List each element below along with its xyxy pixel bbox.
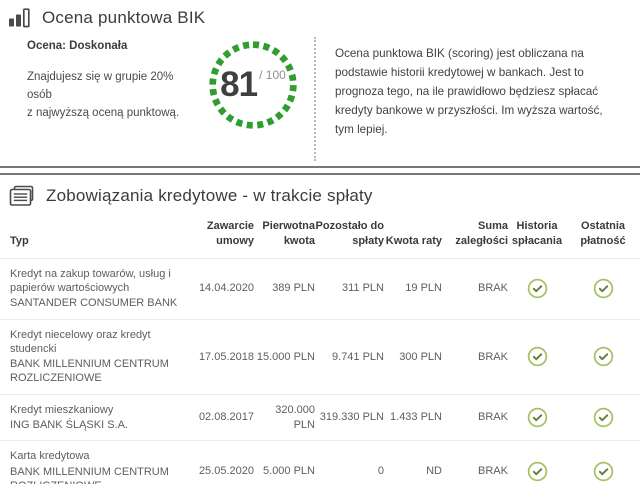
table-row: Kredyt na zakup towarów, usług i papieró…: [0, 258, 640, 319]
score-body: Ocena: Doskonała Znajdujesz się w grupie…: [0, 37, 640, 163]
document-list-icon: [8, 185, 35, 207]
score-group-line1: Znajdujesz się w grupie 20% osób: [27, 71, 173, 101]
loan-overdue: BRAK: [442, 394, 508, 441]
score-section: Ocena punktowa BIK Ocena: Doskonała Znaj…: [0, 0, 640, 166]
loan-remaining-amount: 0: [315, 441, 384, 484]
loan-installment: 1.433 PLN: [384, 394, 442, 441]
check-icon: [593, 346, 614, 367]
score-summary: Ocena: Doskonała Znajdujesz się w grupie…: [0, 37, 192, 163]
score-group-line2: z najwyższą oceną punktową.: [27, 107, 179, 119]
check-icon: [593, 407, 614, 428]
loans-section-title: Zobowiązania kredytowe - w trakcie spłat…: [46, 186, 373, 206]
col-header-historia: Historia spłacania: [508, 209, 566, 258]
bar-chart-icon: [8, 8, 31, 28]
score-section-title: Ocena punktowa BIK: [42, 8, 205, 28]
loans-section: Zobowiązania kredytowe - w trakcie spłat…: [0, 175, 640, 484]
loan-remaining-amount: 9.741 PLN: [315, 319, 384, 394]
loan-type: Karta kredytowa: [10, 449, 188, 463]
col-header-pierwotna: Pierwotna kwota: [254, 209, 315, 258]
check-icon: [593, 461, 614, 482]
loan-type: Kredyt mieszkaniowy: [10, 403, 188, 417]
loans-table-body: Kredyt na zakup towarów, usług i papieró…: [0, 258, 640, 484]
loan-type: Kredyt na zakup towarów, usług i papieró…: [10, 267, 188, 296]
section-separator: [0, 166, 640, 175]
loan-original-amount: 15.000 PLN: [254, 319, 315, 394]
loan-type: Kredyt niecelowy oraz kredyt studencki: [10, 328, 188, 357]
score-rating-label: Ocena: Doskonała: [27, 40, 192, 52]
loan-remaining-amount: 311 PLN: [315, 258, 384, 319]
table-row: Kredyt niecelowy oraz kredyt studencki B…: [0, 319, 640, 394]
col-header-kwota-raty: Kwota raty: [384, 209, 442, 258]
score-description: Ocena punktowa BIK (scoring) jest oblicz…: [316, 37, 640, 163]
score-value: 81: [220, 65, 257, 105]
table-row: Karta kredytowa BANK MILLENNIUM CENTRUM …: [0, 441, 640, 484]
score-section-header: Ocena punktowa BIK: [0, 0, 640, 28]
score-max: / 100: [259, 68, 286, 82]
loan-bank: SANTANDER CONSUMER BANK: [10, 296, 188, 310]
loan-overdue: BRAK: [442, 258, 508, 319]
check-icon: [593, 278, 614, 299]
loan-installment: 19 PLN: [384, 258, 442, 319]
table-row: Kredyt mieszkaniowy ING BANK ŚLĄSKI S.A.…: [0, 394, 640, 441]
check-icon: [527, 461, 548, 482]
col-header-zawarcie: Zawarcie umowy: [196, 209, 254, 258]
loan-original-amount: 320.000 PLN: [254, 394, 315, 441]
table-header-row: Typ Zawarcie umowy Pierwotna kwota Pozos…: [0, 209, 640, 258]
check-icon: [527, 346, 548, 367]
loan-installment: 300 PLN: [384, 319, 442, 394]
loan-date: 02.08.2017: [196, 394, 254, 441]
col-header-pozostalo: Pozostało do spłaty: [315, 209, 384, 258]
loan-overdue: BRAK: [442, 441, 508, 484]
loan-bank: ING BANK ŚLĄSKI S.A.: [10, 418, 188, 432]
loan-bank: BANK MILLENNIUM CENTRUM ROZLICZENIOWE: [10, 465, 188, 484]
score-group-text: Znajdujesz się w grupie 20% osób z najwy…: [27, 69, 192, 122]
loan-overdue: BRAK: [442, 319, 508, 394]
loan-installment: ND: [384, 441, 442, 484]
loan-date: 17.05.2018: [196, 319, 254, 394]
loans-table: Typ Zawarcie umowy Pierwotna kwota Pozos…: [0, 209, 640, 484]
loan-bank: BANK MILLENNIUM CENTRUM ROZLICZENIOWE: [10, 357, 188, 386]
loan-remaining-amount: 319.330 PLN: [315, 394, 384, 441]
check-icon: [527, 278, 548, 299]
col-header-typ: Typ: [0, 209, 196, 258]
check-icon: [527, 407, 548, 428]
col-header-zaleglosci: Suma zaległości: [442, 209, 508, 258]
loans-section-header: Zobowiązania kredytowe - w trakcie spłat…: [0, 175, 640, 207]
loan-date: 25.05.2020: [196, 441, 254, 484]
col-header-ostatnia: Ostatnia płatność: [566, 209, 640, 258]
loan-original-amount: 389 PLN: [254, 258, 315, 319]
loan-date: 14.04.2020: [196, 258, 254, 319]
score-gauge: 81 / 100: [192, 37, 314, 163]
loan-original-amount: 5.000 PLN: [254, 441, 315, 484]
